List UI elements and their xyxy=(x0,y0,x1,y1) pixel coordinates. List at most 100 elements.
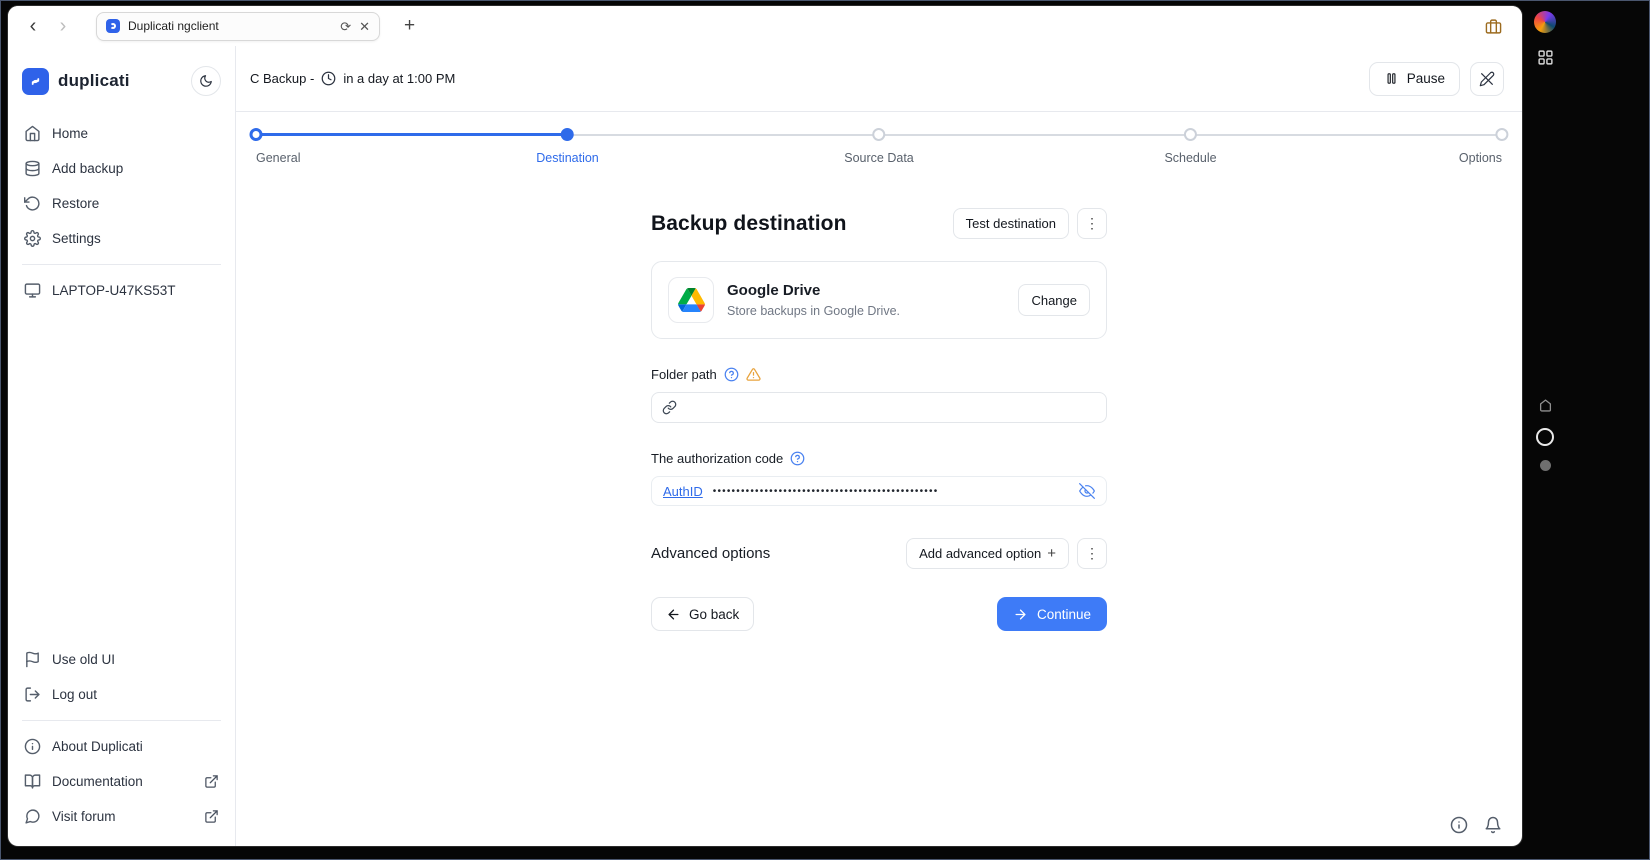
test-destination-button[interactable]: Test destination xyxy=(952,208,1069,239)
bell-icon[interactable] xyxy=(1484,816,1502,834)
sidebar-item-label: Documentation xyxy=(52,774,143,789)
tab-title: Duplicati ngclient xyxy=(128,19,219,33)
sidebar-item-settings[interactable]: Settings xyxy=(8,221,235,256)
sidebar-item-use-old-ui[interactable]: Use old UI xyxy=(8,642,235,677)
moon-icon xyxy=(199,74,213,88)
forum-icon xyxy=(24,808,41,825)
step-schedule[interactable]: Schedule xyxy=(1164,128,1217,165)
sidebar-item-home[interactable]: Home xyxy=(8,116,235,151)
pause-label: Pause xyxy=(1406,71,1445,86)
profile-avatar[interactable] xyxy=(1534,11,1556,33)
dock-home-icon[interactable] xyxy=(1539,399,1552,412)
arrow-left-icon xyxy=(666,607,681,622)
header-actions: Pause xyxy=(1368,61,1504,96)
add-advanced-option-label: Add advanced option xyxy=(919,546,1042,561)
corner-actions xyxy=(1450,816,1502,834)
warning-triangle-icon xyxy=(746,367,761,382)
browser-window: ‹ › Duplicati ngclient ⟳ ✕ + duplicati H… xyxy=(8,6,1522,846)
home-icon xyxy=(24,125,41,142)
tab-reload-button[interactable]: ⟳ xyxy=(340,20,351,33)
sidebar-item-documentation[interactable]: Documentation xyxy=(8,764,235,799)
step-general[interactable]: General xyxy=(249,128,300,165)
plus-icon: + xyxy=(1047,545,1056,562)
step-label: Destination xyxy=(536,151,599,165)
sidebar-divider xyxy=(22,264,221,265)
step-source-data[interactable]: Source Data xyxy=(844,128,914,165)
continue-button[interactable]: Continue xyxy=(996,597,1107,631)
book-icon xyxy=(24,773,41,790)
step-dot xyxy=(872,128,886,141)
pause-icon xyxy=(1384,71,1399,86)
pause-button[interactable]: Pause xyxy=(1368,61,1460,96)
step-dot xyxy=(1495,128,1509,141)
sidebar-item-label: Restore xyxy=(52,196,100,211)
go-back-button[interactable]: Go back xyxy=(651,597,755,631)
link-icon xyxy=(662,400,677,415)
dock-active-indicator[interactable] xyxy=(1536,428,1554,446)
sidebar-item-log-out[interactable]: Log out xyxy=(8,677,235,712)
auth-code-input-row[interactable]: AuthID •••••••••••••••••••••••••••••••••… xyxy=(651,476,1107,506)
new-tab-button[interactable]: + xyxy=(404,15,415,37)
authid-link[interactable]: AuthID xyxy=(663,484,703,499)
edit-backup-button[interactable] xyxy=(1470,61,1504,96)
browser-back-button[interactable]: ‹ xyxy=(20,13,46,39)
backup-header: C Backup - in a day at 1:00 PM Pause xyxy=(236,46,1522,112)
sidebar-item-add-backup[interactable]: Add backup xyxy=(8,151,235,186)
step-label: Source Data xyxy=(844,151,914,165)
step-options[interactable]: Options xyxy=(1459,128,1509,165)
gear-icon xyxy=(24,230,41,247)
machine-name: LAPTOP-U47KS53T xyxy=(52,283,176,298)
dark-mode-toggle[interactable] xyxy=(191,66,221,96)
wizard-stepper: General Destination Source Data Schedule… xyxy=(249,126,1509,182)
folder-path-input-wrap xyxy=(651,392,1107,423)
info-icon xyxy=(24,738,41,755)
page-title: Backup destination xyxy=(651,211,847,235)
auth-code-field: The authorization code AuthID ••••••••••… xyxy=(651,451,1107,506)
sidebar-item-label: Home xyxy=(52,126,89,141)
add-advanced-option-button[interactable]: Add advanced option + xyxy=(906,538,1069,569)
info-circle-icon[interactable] xyxy=(1450,816,1468,834)
step-destination[interactable]: Destination xyxy=(536,128,599,165)
tab-close-button[interactable]: ✕ xyxy=(359,20,370,33)
external-link-icon xyxy=(204,774,219,789)
dock-grid-icon[interactable] xyxy=(1537,49,1554,66)
sidebar-item-label: Use old UI xyxy=(52,652,116,667)
clock-icon xyxy=(321,71,336,86)
briefcase-icon[interactable] xyxy=(1485,18,1502,35)
folder-path-field: Folder path xyxy=(651,367,1107,423)
sidebar-item-label: About Duplicati xyxy=(52,739,143,754)
wizard-actions: Go back Continue xyxy=(651,597,1107,631)
google-drive-icon xyxy=(668,277,714,323)
backup-name: C Backup - xyxy=(250,71,315,86)
step-label: Schedule xyxy=(1164,151,1217,165)
folder-path-input[interactable] xyxy=(685,400,1096,415)
sidebar-item-about[interactable]: About Duplicati xyxy=(8,729,235,764)
sidebar-item-label: Settings xyxy=(52,231,101,246)
database-icon xyxy=(24,160,41,177)
advanced-options-menu-button[interactable]: ⋮ xyxy=(1077,538,1107,569)
sidebar-item-restore[interactable]: Restore xyxy=(8,186,235,221)
browser-tab[interactable]: Duplicati ngclient ⟳ ✕ xyxy=(96,11,380,41)
duplicati-app: duplicati Home Add backup Restore Settin… xyxy=(8,46,1522,846)
continue-label: Continue xyxy=(1036,606,1091,622)
browser-forward-button[interactable]: › xyxy=(50,13,76,39)
change-provider-button[interactable]: Change xyxy=(1018,284,1090,316)
help-circle-icon[interactable] xyxy=(724,367,739,382)
provider-name: Google Drive xyxy=(727,282,821,299)
sidebar-item-label: Add backup xyxy=(52,161,124,176)
arrow-right-icon xyxy=(1013,607,1028,622)
sidebar-item-visit-forum[interactable]: Visit forum xyxy=(8,799,235,834)
dock-dot-icon[interactable] xyxy=(1540,460,1551,471)
monitor-icon xyxy=(24,282,41,299)
backup-schedule-text: in a day at 1:00 PM xyxy=(343,71,456,86)
eye-off-icon[interactable] xyxy=(1079,483,1095,499)
sidebar-item-machine[interactable]: LAPTOP-U47KS53T xyxy=(8,273,235,308)
restore-icon xyxy=(24,195,41,212)
brand-name: duplicati xyxy=(58,71,130,90)
help-circle-icon[interactable] xyxy=(790,451,805,466)
duplicati-favicon xyxy=(106,19,120,33)
content-header: Backup destination Test destination ⋮ xyxy=(651,208,1107,239)
sidebar-item-label: Log out xyxy=(52,687,98,702)
destination-menu-button[interactable]: ⋮ xyxy=(1077,208,1107,239)
